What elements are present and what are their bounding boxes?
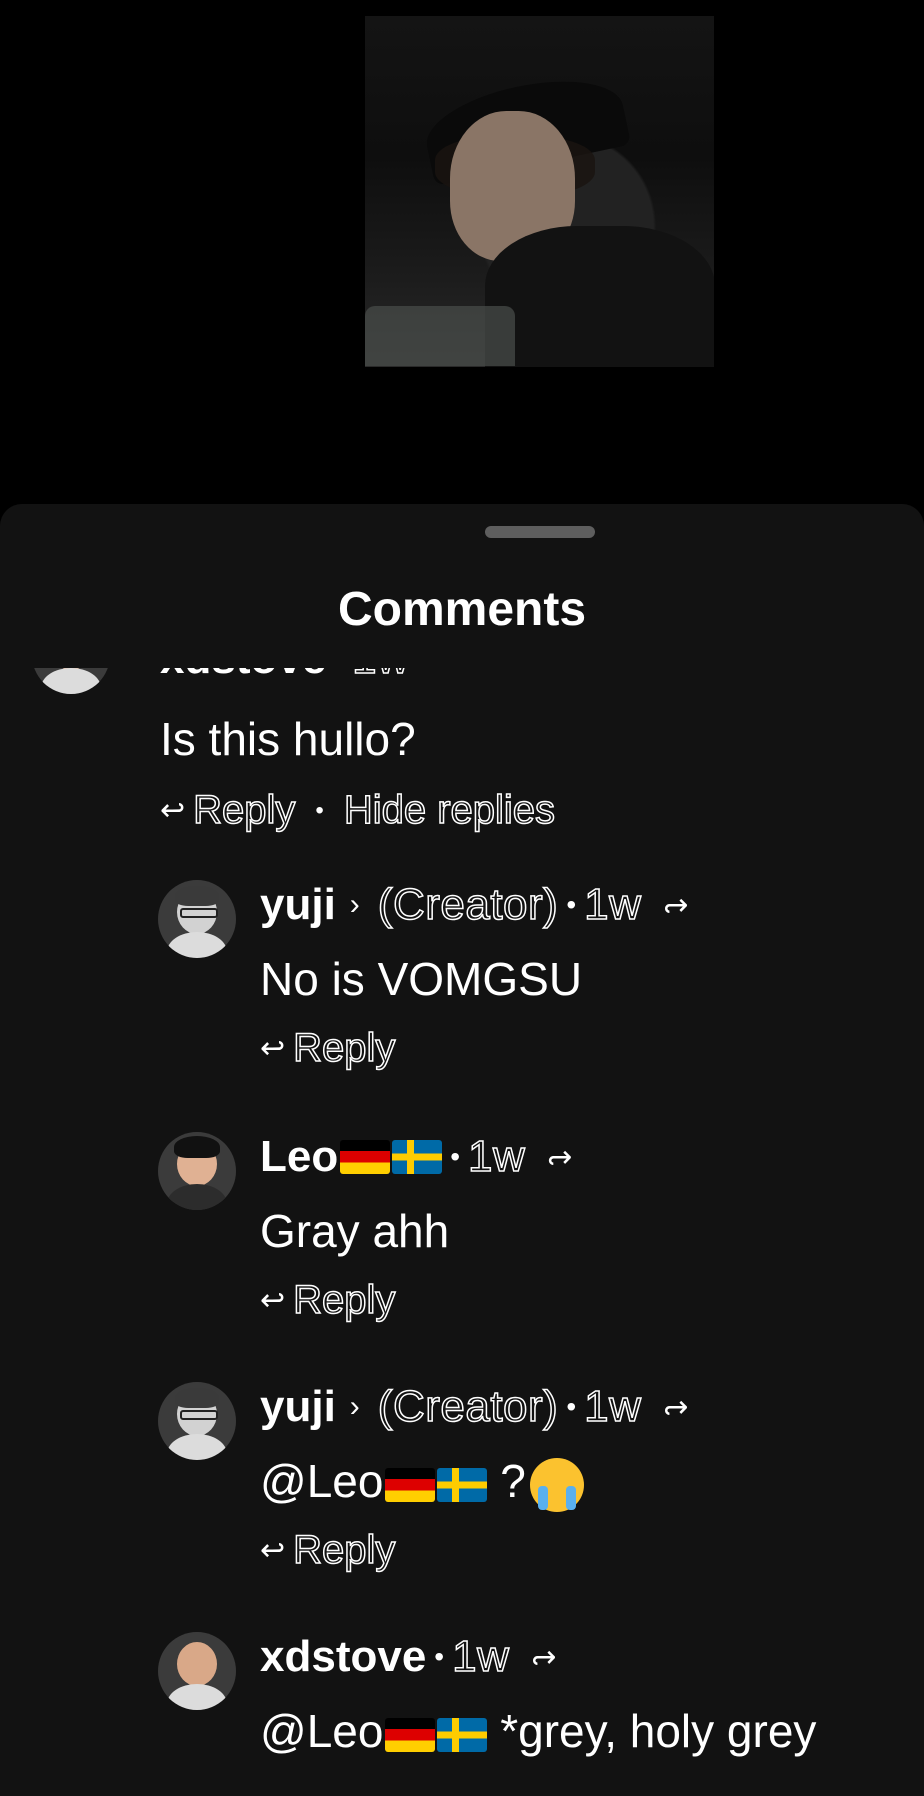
reply-button[interactable]: Reply: [192, 787, 296, 833]
creator-badge: (Creator): [377, 1381, 559, 1432]
chevron-right-icon: ›: [349, 888, 360, 921]
comment-time: 1w: [351, 668, 409, 684]
comment-author[interactable]: yuji: [260, 880, 336, 930]
sweden-flag-icon: [392, 1140, 443, 1174]
crying-emoji-icon: [529, 1457, 584, 1512]
share-icon[interactable]: ↪: [531, 1640, 556, 1675]
comment-text: @Leo *grey, holy grey: [260, 1705, 817, 1757]
reply-item: yuji › (Creator) • 1w ↪ No is VOMGSU ↩ R…: [0, 879, 924, 1130]
germany-flag-icon: [385, 1467, 436, 1502]
comment-text: @Leo ?: [260, 1454, 584, 1512]
reply-item: xdstove • 1w ↪ @Leo *grey, holy grey: [0, 1631, 924, 1796]
comment-author[interactable]: xdstove: [260, 1632, 426, 1682]
comment-time: 1w: [467, 1131, 526, 1182]
reply-icon: ↩: [160, 794, 186, 827]
reply-item: Leo • 1w ↪ Gray ahh ↩ Reply: [0, 1131, 924, 1382]
sheet-title: Comments: [337, 583, 587, 636]
share-icon[interactable]: ↪: [663, 888, 688, 923]
germany-flag-icon: [340, 1140, 391, 1174]
drag-handle[interactable]: [485, 526, 595, 538]
creator-badge: (Creator): [377, 879, 559, 930]
reply-item: yuji › (Creator) • 1w ↪ @Leo ? ↩ Reply: [0, 1381, 924, 1632]
reply-icon: ↩: [260, 1534, 286, 1567]
hide-replies-button[interactable]: Hide replies: [343, 787, 556, 833]
reply-button[interactable]: Reply: [292, 1277, 396, 1323]
sweden-flag-icon: [437, 1717, 488, 1752]
avatar[interactable]: [158, 880, 236, 958]
comment-text: Gray ahh: [260, 1205, 450, 1257]
comment-time: 1w: [583, 879, 642, 930]
share-icon[interactable]: ↪: [431, 668, 456, 677]
share-icon[interactable]: ↪: [547, 1140, 572, 1175]
avatar[interactable]: [158, 1632, 236, 1710]
reply-icon: ↩: [260, 1032, 286, 1065]
comments-list[interactable]: xdstove • 1w ↪ Is this hullo? ↩ Reply • …: [0, 668, 924, 1796]
mention-link[interactable]: @Leo: [260, 1455, 383, 1507]
reply-button[interactable]: Reply: [292, 1025, 396, 1071]
germany-flag-icon: [385, 1717, 436, 1752]
reply-icon: ↩: [260, 1284, 286, 1317]
comment-author[interactable]: yuji: [260, 1382, 336, 1432]
comment-time: 1w: [451, 1631, 510, 1682]
comment-author[interactable]: Leo: [260, 1132, 338, 1182]
comment-author[interactable]: xdstove: [160, 668, 326, 684]
avatar[interactable]: [158, 1132, 236, 1210]
comment-item: xdstove • 1w ↪ Is this hullo? ↩ Reply • …: [0, 668, 924, 848]
video-thumbnail[interactable]: [365, 16, 714, 367]
comment-time: 1w: [583, 1381, 642, 1432]
avatar[interactable]: [158, 1382, 236, 1460]
comment-text: Is this hullo?: [160, 713, 416, 765]
sweden-flag-icon: [437, 1467, 488, 1502]
share-icon[interactable]: ↪: [663, 1390, 688, 1425]
chevron-right-icon: ›: [349, 1390, 360, 1423]
reply-button[interactable]: Reply: [292, 1527, 396, 1573]
comments-sheet: Comments xdstove • 1w ↪ Is this hullo? ↩…: [0, 504, 924, 1796]
comment-text: No is VOMGSU: [260, 953, 583, 1005]
avatar[interactable]: [32, 668, 110, 694]
mention-link[interactable]: @Leo: [260, 1705, 383, 1757]
